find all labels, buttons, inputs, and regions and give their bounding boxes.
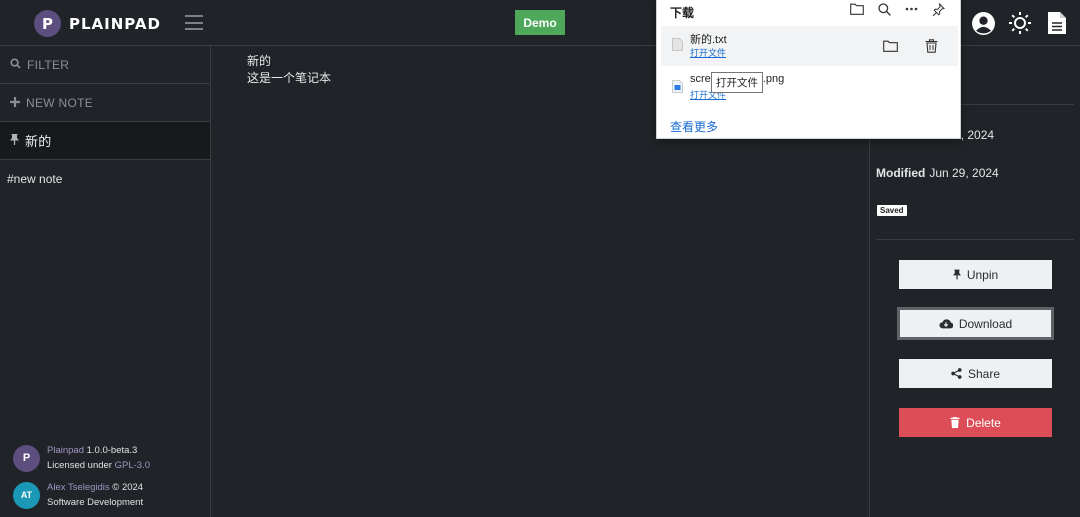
- author-logo: AT: [13, 481, 40, 509]
- new-note-button[interactable]: NEW NOTE: [0, 84, 210, 122]
- sidebar-footer: P Plainpad 1.0.0-beta.3 Licensed under G…: [13, 443, 208, 517]
- search-icon: [10, 57, 21, 72]
- download-filename: 新的.txt: [690, 34, 727, 46]
- note-list-item[interactable]: 新的: [0, 122, 210, 160]
- document-icon[interactable]: [1044, 10, 1070, 36]
- copyright-text: © 2024: [109, 482, 144, 493]
- top-icons: [970, 10, 1070, 36]
- version-text: 1.0.0-beta.3: [83, 445, 138, 456]
- text-file-icon: [672, 38, 683, 56]
- demo-badge: Demo: [515, 10, 565, 35]
- downloads-toolbar: [849, 1, 946, 17]
- downloads-popup: 下载 新的.txt 打开文件 scre .png 打开文件 查看更多: [656, 0, 961, 139]
- account-icon[interactable]: [970, 10, 996, 36]
- author-info: AT Alex Tselegidis © 2024 Software Devel…: [13, 480, 208, 510]
- divider: [876, 239, 1074, 240]
- plainpad-logo: P: [13, 444, 40, 472]
- search-icon[interactable]: [876, 1, 892, 17]
- share-icon: [951, 368, 962, 379]
- delete-label: Delete: [966, 415, 1001, 430]
- sidebar: FILTER NEW NOTE 新的 #new note P Plainpad …: [0, 46, 211, 517]
- download-item[interactable]: scre .png 打开文件: [661, 68, 958, 108]
- plainpad-link[interactable]: Plainpad: [47, 445, 84, 456]
- pin-icon[interactable]: [930, 1, 946, 17]
- download-button[interactable]: Download: [897, 307, 1054, 340]
- app-info: P Plainpad 1.0.0-beta.3 Licensed under G…: [13, 443, 208, 473]
- theme-toggle-icon[interactable]: [1007, 10, 1033, 36]
- tooltip: 打开文件: [711, 72, 763, 93]
- new-note-label: NEW NOTE: [26, 95, 94, 110]
- modified-value: Jun 29, 2024: [929, 166, 999, 180]
- see-more-link[interactable]: 查看更多: [670, 118, 718, 135]
- filter-label: FILTER: [27, 57, 70, 72]
- menu-toggle-icon[interactable]: [185, 15, 203, 30]
- tag-item[interactable]: #new note: [0, 160, 210, 198]
- pin-icon: [10, 133, 19, 148]
- show-in-folder-icon[interactable]: [881, 37, 899, 55]
- unpin-label: Unpin: [966, 267, 999, 282]
- license-link[interactable]: GPL-3.0: [115, 460, 150, 471]
- brand[interactable]: P PLAINPAD: [34, 10, 161, 37]
- folder-icon[interactable]: [849, 1, 865, 17]
- cloud-download-icon: [939, 318, 953, 329]
- license-text: Licensed under: [47, 460, 115, 471]
- download-label: Download: [958, 316, 1013, 331]
- unpin-button[interactable]: Unpin: [899, 260, 1052, 289]
- app-name: PLAINPAD: [69, 14, 161, 33]
- filter-input[interactable]: FILTER: [0, 46, 210, 84]
- download-item[interactable]: 新的.txt 打开文件: [661, 26, 958, 66]
- image-file-icon: [672, 80, 683, 98]
- share-label: Share: [967, 366, 1001, 381]
- more-options-icon[interactable]: [903, 1, 919, 17]
- note-title: 新的: [25, 134, 52, 149]
- trash-icon: [950, 417, 960, 428]
- app-logo: P: [34, 10, 61, 37]
- status-badge: Saved: [877, 205, 907, 216]
- open-file-link[interactable]: 打开文件: [690, 46, 726, 59]
- company-text: Software Development: [47, 497, 144, 508]
- modified-label: Modified: [876, 166, 926, 180]
- author-link[interactable]: Alex Tselegidis: [47, 482, 110, 493]
- pin-icon: [952, 269, 961, 280]
- delete-download-icon[interactable]: [922, 37, 940, 55]
- plus-icon: [10, 96, 20, 110]
- share-button[interactable]: Share: [899, 359, 1052, 388]
- delete-button[interactable]: Delete: [899, 408, 1052, 437]
- modified-info: Modified Jun 29, 2024: [876, 166, 999, 180]
